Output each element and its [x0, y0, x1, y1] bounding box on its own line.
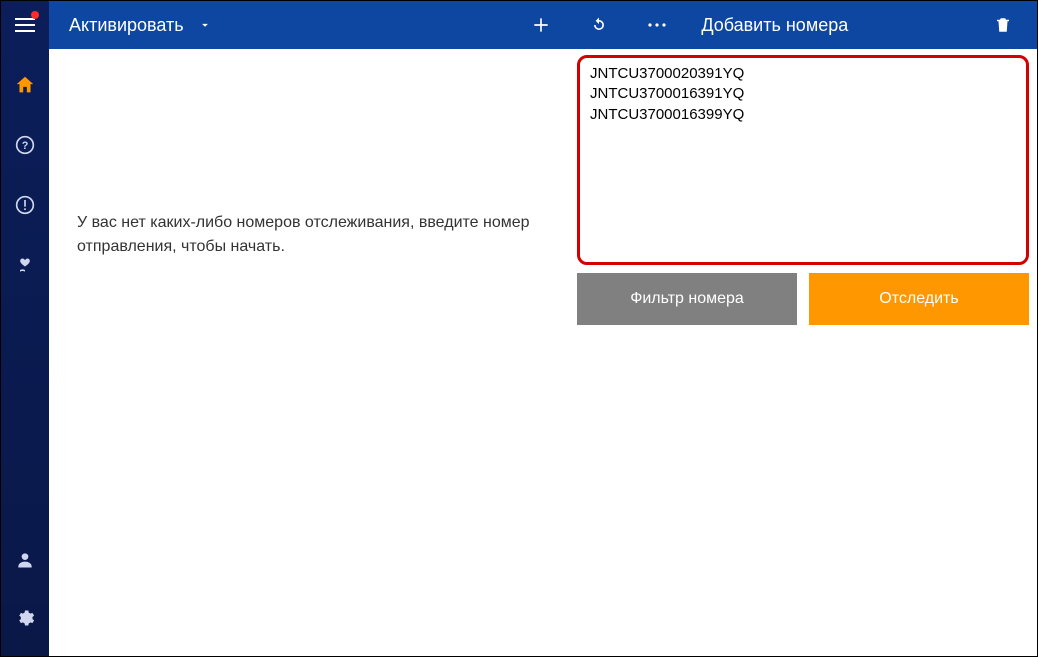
toolbar-actions — [529, 1, 689, 49]
add-button[interactable] — [529, 13, 553, 37]
add-numbers-title: Добавить номера — [701, 15, 848, 36]
main-area: Активировать Добавить номера — [49, 1, 1037, 656]
track-button[interactable]: Отследить — [809, 273, 1029, 325]
home-icon[interactable] — [1, 65, 49, 105]
donate-icon[interactable] — [1, 245, 49, 285]
app-window: ? Активировать — [0, 0, 1038, 657]
filter-button-label: Фильтр номера — [630, 290, 744, 308]
activate-dropdown[interactable]: Активировать — [49, 1, 212, 49]
menu-button[interactable] — [1, 5, 49, 45]
refresh-button[interactable] — [587, 13, 611, 37]
tracking-numbers-input[interactable] — [590, 64, 1016, 256]
right-pane: Фильтр номера Отследить — [577, 49, 1037, 656]
settings-icon[interactable] — [1, 598, 49, 638]
help-icon[interactable]: ? — [1, 125, 49, 165]
more-button[interactable] — [645, 13, 669, 37]
toolbar-right-section: Добавить номера — [689, 1, 1037, 49]
toolbar: Активировать Добавить номера — [49, 1, 1037, 49]
filter-number-button[interactable]: Фильтр номера — [577, 273, 797, 325]
body: У вас нет каких-либо номеров отслеживани… — [49, 49, 1037, 656]
notification-dot-icon — [31, 11, 39, 19]
svg-text:?: ? — [22, 140, 29, 152]
trash-button[interactable] — [991, 13, 1015, 37]
chevron-down-icon — [198, 18, 212, 32]
numbers-input-highlight — [577, 55, 1029, 265]
user-icon[interactable] — [1, 540, 49, 580]
button-row: Фильтр номера Отследить — [577, 273, 1029, 325]
sidebar: ? — [1, 1, 49, 656]
track-button-label: Отследить — [879, 290, 958, 308]
empty-tracking-message: У вас нет каких-либо номеров отслеживани… — [77, 211, 549, 259]
left-pane: У вас нет каких-либо номеров отслеживани… — [49, 49, 577, 656]
alert-icon[interactable] — [1, 185, 49, 225]
activate-label: Активировать — [69, 15, 184, 36]
